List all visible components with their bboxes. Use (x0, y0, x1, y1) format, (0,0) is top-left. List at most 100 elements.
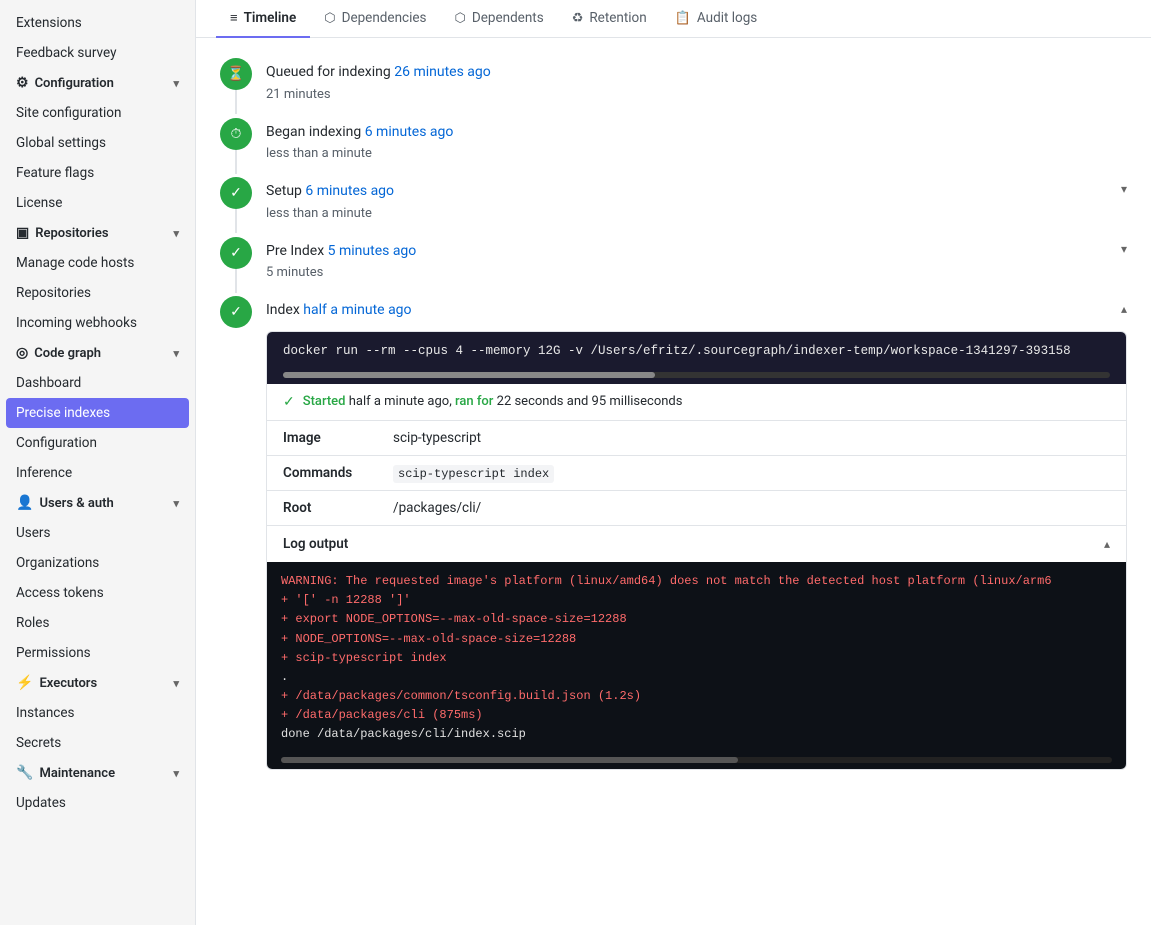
scrollbar-track (283, 372, 1110, 378)
log-line-1: WARNING: The requested image's platform … (281, 572, 1112, 591)
sidebar-section-code-graph[interactable]: ◎ Code graph ▾ (0, 338, 195, 368)
timeline-icon: ≡ (230, 10, 238, 26)
tab-audit-logs[interactable]: 📋 Audit logs (661, 0, 772, 38)
retention-icon: ♻ (572, 11, 584, 26)
timeline-body-pre-index: Pre Index 5 minutes ago ▾ 5 minutes (266, 237, 1127, 297)
index-expanded: docker run --rm --cpus 4 --memory 12G -v… (266, 331, 1127, 770)
sidebar-section-maintenance[interactable]: 🔧 Maintenance ▾ (0, 758, 195, 788)
pre-index-success-icon: ✓ (220, 237, 252, 269)
sidebar-item-access-tokens[interactable]: Access tokens (0, 578, 195, 608)
sidebar-item-secrets[interactable]: Secrets (0, 728, 195, 758)
log-line-5: + scip-typescript index (281, 649, 1112, 668)
indexing-icon: ⏱ (220, 118, 252, 150)
indexing-time[interactable]: 6 minutes ago (365, 124, 454, 140)
sidebar-item-feature-flags[interactable]: Feature flags (0, 158, 195, 188)
index-collapse-chevron[interactable]: ▴ (1121, 302, 1127, 316)
timeline-connector: ✓ (220, 296, 252, 328)
content-area: ⏳ Queued for indexing 26 minutes ago 21 … (196, 38, 1151, 925)
pre-index-expand-chevron[interactable]: ▾ (1121, 242, 1127, 256)
timeline-title-pre-index: Pre Index 5 minutes ago (266, 237, 416, 262)
timeline-title-indexing: Began indexing 6 minutes ago (266, 118, 1127, 143)
sidebar-item-site-configuration[interactable]: Site configuration (0, 98, 195, 128)
log-output-title: Log output (283, 536, 348, 552)
sidebar-section-executors[interactable]: ⚡ Executors ▾ (0, 668, 195, 698)
sidebar-item-updates[interactable]: Updates (0, 788, 195, 818)
commands-row: Commands scip-typescript index (267, 455, 1126, 490)
log-line-7: + /data/packages/common/tsconfig.build.j… (281, 687, 1112, 706)
sidebar-item-repositories[interactable]: Repositories (0, 278, 195, 308)
index-time[interactable]: half a minute ago (303, 302, 411, 318)
sidebar-item-incoming-webhooks[interactable]: Incoming webhooks (0, 308, 195, 338)
queued-duration: 21 minutes (266, 87, 1127, 102)
log-line-4: + NODE_OPTIONS=--max-old-space-size=1228… (281, 630, 1112, 649)
timeline-item-pre-index: ✓ Pre Index 5 minutes ago ▾ 5 minutes (220, 237, 1127, 297)
root-label: Root (267, 490, 377, 525)
root-value: /packages/cli/ (377, 490, 1126, 525)
sidebar-item-extensions[interactable]: Extensions (0, 8, 195, 38)
tab-retention[interactable]: ♻ Retention (558, 0, 661, 38)
timeline-title-setup: Setup 6 minutes ago (266, 177, 394, 202)
timeline-body-setup: Setup 6 minutes ago ▾ less than a minute (266, 177, 1127, 237)
tab-timeline[interactable]: ≡ Timeline (216, 0, 310, 38)
tabs-bar: ≡ Timeline ⬡ Dependencies ⬡ Dependents ♻… (196, 0, 1151, 38)
timeline-body-indexing: Began indexing 6 minutes ago less than a… (266, 118, 1127, 178)
command-line: docker run --rm --cpus 4 --memory 12G -v… (267, 332, 1126, 370)
started-check-icon: ✓ (283, 394, 295, 410)
sidebar-section-repositories[interactable]: ▣ Repositories ▾ (0, 218, 195, 248)
chevron-icon: ▾ (173, 227, 179, 240)
image-value: scip-typescript (377, 421, 1126, 456)
dependencies-icon: ⬡ (324, 11, 335, 26)
root-row: Root /packages/cli/ (267, 490, 1126, 525)
timeline-title-index: Index half a minute ago (266, 296, 412, 321)
timeline-item-setup: ✓ Setup 6 minutes ago ▾ less than a minu… (220, 177, 1127, 237)
executors-icon: ⚡ (16, 675, 33, 691)
sidebar-item-permissions[interactable]: Permissions (0, 638, 195, 668)
timeline-body-queued: Queued for indexing 26 minutes ago 21 mi… (266, 58, 1127, 118)
sidebar-item-users[interactable]: Users (0, 518, 195, 548)
sidebar-item-roles[interactable]: Roles (0, 608, 195, 638)
tab-dependencies[interactable]: ⬡ Dependencies (310, 0, 440, 38)
sidebar-item-license[interactable]: License (0, 188, 195, 218)
index-info-table: Image scip-typescript Commands scip-type… (267, 421, 1126, 525)
audit-logs-icon: 📋 (675, 11, 691, 26)
command-scrollbar[interactable] (267, 370, 1126, 384)
sidebar-item-precise-indexes[interactable]: Precise indexes (6, 398, 189, 428)
setup-success-icon: ✓ (220, 177, 252, 209)
tab-dependents[interactable]: ⬡ Dependents (441, 0, 558, 38)
sidebar-section-users-auth[interactable]: 👤 Users & auth ▾ (0, 488, 195, 518)
sidebar-section-configuration[interactable]: ⚙ Configuration ▾ (0, 68, 195, 98)
repo-icon: ▣ (16, 225, 29, 241)
timeline: ⏳ Queued for indexing 26 minutes ago 21 … (220, 58, 1127, 790)
sidebar-item-manage-code-hosts[interactable]: Manage code hosts (0, 248, 195, 278)
sidebar-item-organizations[interactable]: Organizations (0, 548, 195, 578)
chevron-icon: ▾ (173, 767, 179, 780)
timeline-connector: ⏳ (220, 58, 252, 114)
sidebar-item-global-settings[interactable]: Global settings (0, 128, 195, 158)
chevron-icon: ▾ (173, 497, 179, 510)
pre-index-time[interactable]: 5 minutes ago (328, 243, 417, 259)
indexing-duration: less than a minute (266, 146, 1127, 161)
timeline-connector: ✓ (220, 177, 252, 233)
log-output-chevron[interactable]: ▴ (1104, 537, 1110, 551)
sidebar-item-instances[interactable]: Instances (0, 698, 195, 728)
timeline-connector: ⏱ (220, 118, 252, 174)
sidebar-item-inference[interactable]: Inference (0, 458, 195, 488)
timeline-connector: ✓ (220, 237, 252, 293)
log-content: WARNING: The requested image's platform … (267, 562, 1126, 755)
maintenance-icon: 🔧 (16, 765, 33, 781)
sidebar-item-configuration[interactable]: Configuration (0, 428, 195, 458)
setup-time[interactable]: 6 minutes ago (305, 183, 394, 199)
image-label: Image (267, 421, 377, 456)
pre-index-duration: 5 minutes (266, 265, 1127, 280)
log-line-2: + '[' -n 12288 ']' (281, 591, 1112, 610)
sidebar-item-feedback-survey[interactable]: Feedback survey (0, 38, 195, 68)
gear-icon: ⚙ (16, 75, 29, 91)
chevron-icon: ▾ (173, 77, 179, 90)
scrollbar-thumb (283, 372, 655, 378)
log-line-8: + /data/packages/cli (875ms) (281, 706, 1112, 725)
log-scrollbar[interactable] (267, 755, 1126, 769)
setup-expand-chevron[interactable]: ▾ (1121, 182, 1127, 196)
sidebar-item-dashboard[interactable]: Dashboard (0, 368, 195, 398)
log-output-header[interactable]: Log output ▴ (267, 525, 1126, 562)
queued-time[interactable]: 26 minutes ago (394, 64, 491, 80)
